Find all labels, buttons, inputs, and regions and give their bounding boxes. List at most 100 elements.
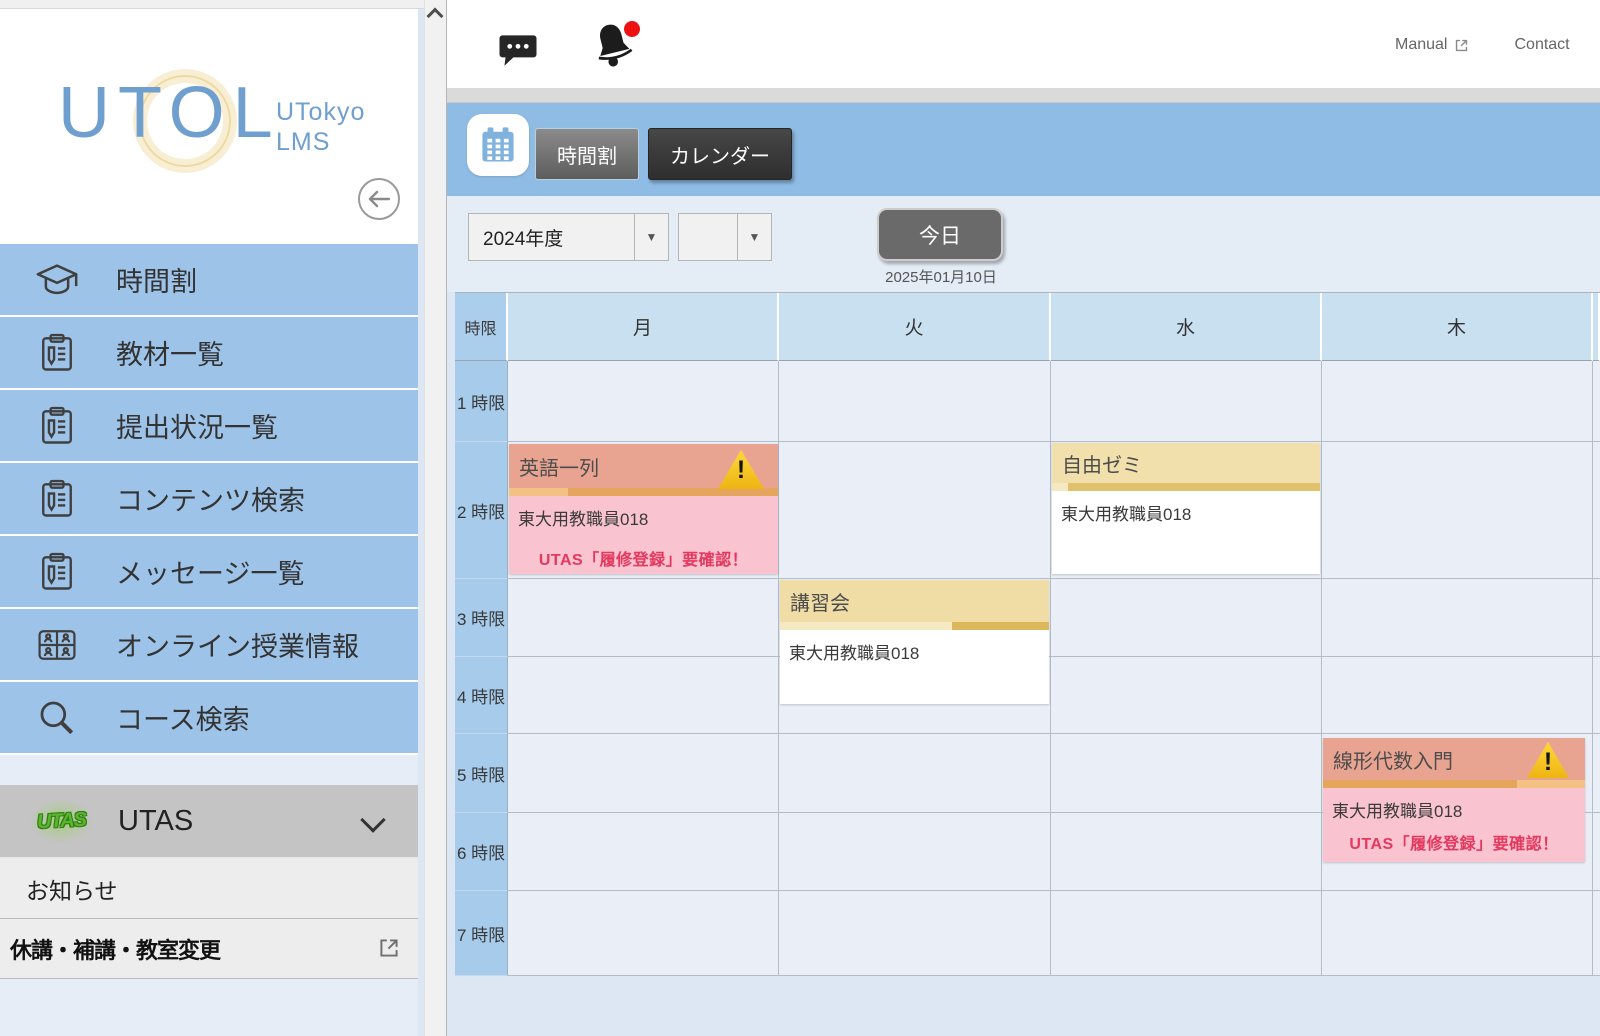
- course-card-strip: [1052, 483, 1320, 491]
- course-title: 講習会: [790, 587, 850, 616]
- manual-link[interactable]: Manual: [1395, 36, 1470, 54]
- sidebar-logo-area: UTOL UTokyo LMS: [0, 9, 418, 244]
- course-warning-text: UTAS「履修登録」要確認！: [509, 546, 778, 570]
- course-card-header: 講習会: [780, 580, 1049, 622]
- sidebar-gap: [0, 755, 418, 785]
- timetable-cell: [779, 891, 1051, 976]
- clipboard-icon: [34, 330, 80, 376]
- timetable-cell: [779, 734, 1051, 813]
- period-label: 3 時限: [455, 579, 508, 657]
- period-label: 7 時限: [455, 891, 508, 976]
- utol-logo-subtitle: UTokyo LMS: [276, 97, 365, 157]
- course-card-english[interactable]: 英語一列 ! 東大用教職員018 UTAS「履修登録」要確認！: [509, 444, 778, 574]
- timetable-cell: [1051, 361, 1322, 442]
- year-select-value: 2024年度: [469, 214, 634, 260]
- course-card-header: 線形代数入門 !: [1323, 738, 1585, 780]
- course-card-header: 自由ゼミ: [1052, 443, 1320, 483]
- timetable-cell: [508, 891, 779, 976]
- today-button[interactable]: 今日: [877, 208, 1003, 261]
- logo-subtitle-line1: UTokyo: [276, 97, 365, 127]
- utol-logo: UTOL: [58, 77, 281, 149]
- video-grid-icon: [34, 622, 80, 668]
- sidebar-item-notices[interactable]: お知らせ: [0, 859, 418, 919]
- sidebar-item-label: 提出状況一覧: [116, 406, 278, 445]
- day-header-wed: 水: [1051, 293, 1322, 361]
- main-content: Manual Contact 時間割 カレン: [447, 0, 1600, 1036]
- timetable-cell: [508, 813, 779, 891]
- period-column-header: 時限: [455, 293, 508, 361]
- sidebar-item-class-changes[interactable]: 休講・補講・教室変更: [0, 919, 418, 979]
- calendar-icon-button[interactable]: [467, 114, 529, 176]
- course-card-seminar[interactable]: 講習会 東大用教職員018: [780, 580, 1049, 704]
- notification-badge-dot: [624, 21, 640, 37]
- view-tabs: 時間割 カレンダー: [535, 128, 792, 180]
- course-card-linear-algebra[interactable]: 線形代数入門 ! 東大用教職員018 UTAS「履修登録」要確認！: [1323, 738, 1585, 862]
- course-card-free-seminar[interactable]: 自由ゼミ 東大用教職員018: [1052, 443, 1320, 574]
- timetable-cell: [1593, 657, 1600, 734]
- timetable-cell: [1593, 813, 1600, 891]
- sidebar-item-label: メッセージ一覧: [116, 552, 304, 591]
- warning-triangle-icon: !: [718, 449, 764, 489]
- top-bar: Manual Contact: [447, 0, 1600, 88]
- course-card-body: 東大用教職員018 UTAS「履修登録」要確認！: [509, 496, 778, 574]
- sidebar-item-content-search[interactable]: コンテンツ検索: [0, 463, 418, 536]
- notifications-bell-icon[interactable]: [590, 20, 642, 74]
- sidebar-item-messages[interactable]: メッセージ一覧: [0, 536, 418, 609]
- period-label: 5 時限: [455, 734, 508, 813]
- contact-link[interactable]: Contact: [1514, 36, 1569, 54]
- sidebar-collapse-button[interactable]: [356, 176, 402, 222]
- tab-timetable[interactable]: 時間割: [535, 128, 639, 180]
- timetable-cell: [1593, 891, 1600, 976]
- arrow-left-circle-icon: [356, 176, 402, 222]
- course-instructor: 東大用教職員018: [1052, 491, 1320, 525]
- course-title: 英語一列: [519, 452, 599, 481]
- chat-icon[interactable]: [495, 28, 541, 72]
- sidebar: UTOL UTokyo LMS 時間割: [0, 9, 418, 1036]
- notices-label: お知らせ: [26, 872, 118, 906]
- timetable-cell: [1051, 657, 1322, 734]
- clipboard-icon: [34, 403, 80, 449]
- utas-label: UTAS: [118, 805, 193, 838]
- dropdown-arrow-icon: ▼: [737, 214, 771, 260]
- chevron-down-icon: [360, 807, 385, 832]
- timetable-cell: [1051, 579, 1322, 657]
- timetable-cell: [1593, 579, 1600, 657]
- tab-calendar[interactable]: カレンダー: [648, 128, 792, 180]
- sidebar-item-label: 時間割: [116, 260, 197, 299]
- period-label: 1 時限: [455, 361, 508, 442]
- period-label: 6 時限: [455, 813, 508, 891]
- clipboard-icon: [34, 549, 80, 595]
- scroll-up-arrow-icon[interactable]: [427, 8, 444, 25]
- course-title: 自由ゼミ: [1062, 449, 1142, 478]
- timetable-cell: [1051, 891, 1322, 976]
- course-card-header: 英語一列 !: [509, 444, 778, 488]
- graduation-cap-icon: [34, 257, 80, 303]
- sidebar-item-materials[interactable]: 教材一覧: [0, 317, 418, 390]
- course-instructor: 東大用教職員018: [780, 630, 1049, 664]
- course-card-body: 東大用教職員018: [780, 630, 1049, 704]
- timetable-grid: 時限 月 火 水 木 1 時限 2 時限 3 時限 4 時限 5 時: [455, 292, 1600, 976]
- sidebar-item-submissions[interactable]: 提出状況一覧: [0, 390, 418, 463]
- timetable-cell: [1322, 361, 1593, 442]
- term-select[interactable]: ▼: [678, 213, 772, 261]
- year-select[interactable]: 2024年度 ▼: [468, 213, 669, 261]
- vertical-scrollbar[interactable]: [424, 0, 447, 1036]
- timetable-cell: [1593, 734, 1600, 813]
- view-toolbar: 時間割 カレンダー: [447, 103, 1600, 196]
- sidebar-utas-section[interactable]: UTAS UTAS: [0, 785, 418, 859]
- utas-logo-icon: UTAS: [30, 799, 92, 843]
- course-instructor: 東大用教職員018: [509, 496, 778, 530]
- sidebar-item-course-search[interactable]: コース検索: [0, 682, 418, 755]
- timetable-cell: [1322, 579, 1593, 657]
- day-header-partial: [1593, 293, 1600, 361]
- timetable-cell: [508, 657, 779, 734]
- timetable-cell: [779, 813, 1051, 891]
- period-label: 4 時限: [455, 657, 508, 734]
- course-card-strip: [509, 488, 778, 496]
- timetable-cell: [508, 734, 779, 813]
- sidebar-item-label: コース検索: [116, 698, 250, 737]
- sidebar-item-timetable[interactable]: 時間割: [0, 244, 418, 317]
- course-instructor: 東大用教職員018: [1323, 788, 1585, 822]
- class-changes-label: 休講・補講・教室変更: [10, 933, 220, 965]
- sidebar-item-online-class[interactable]: オンライン授業情報: [0, 609, 418, 682]
